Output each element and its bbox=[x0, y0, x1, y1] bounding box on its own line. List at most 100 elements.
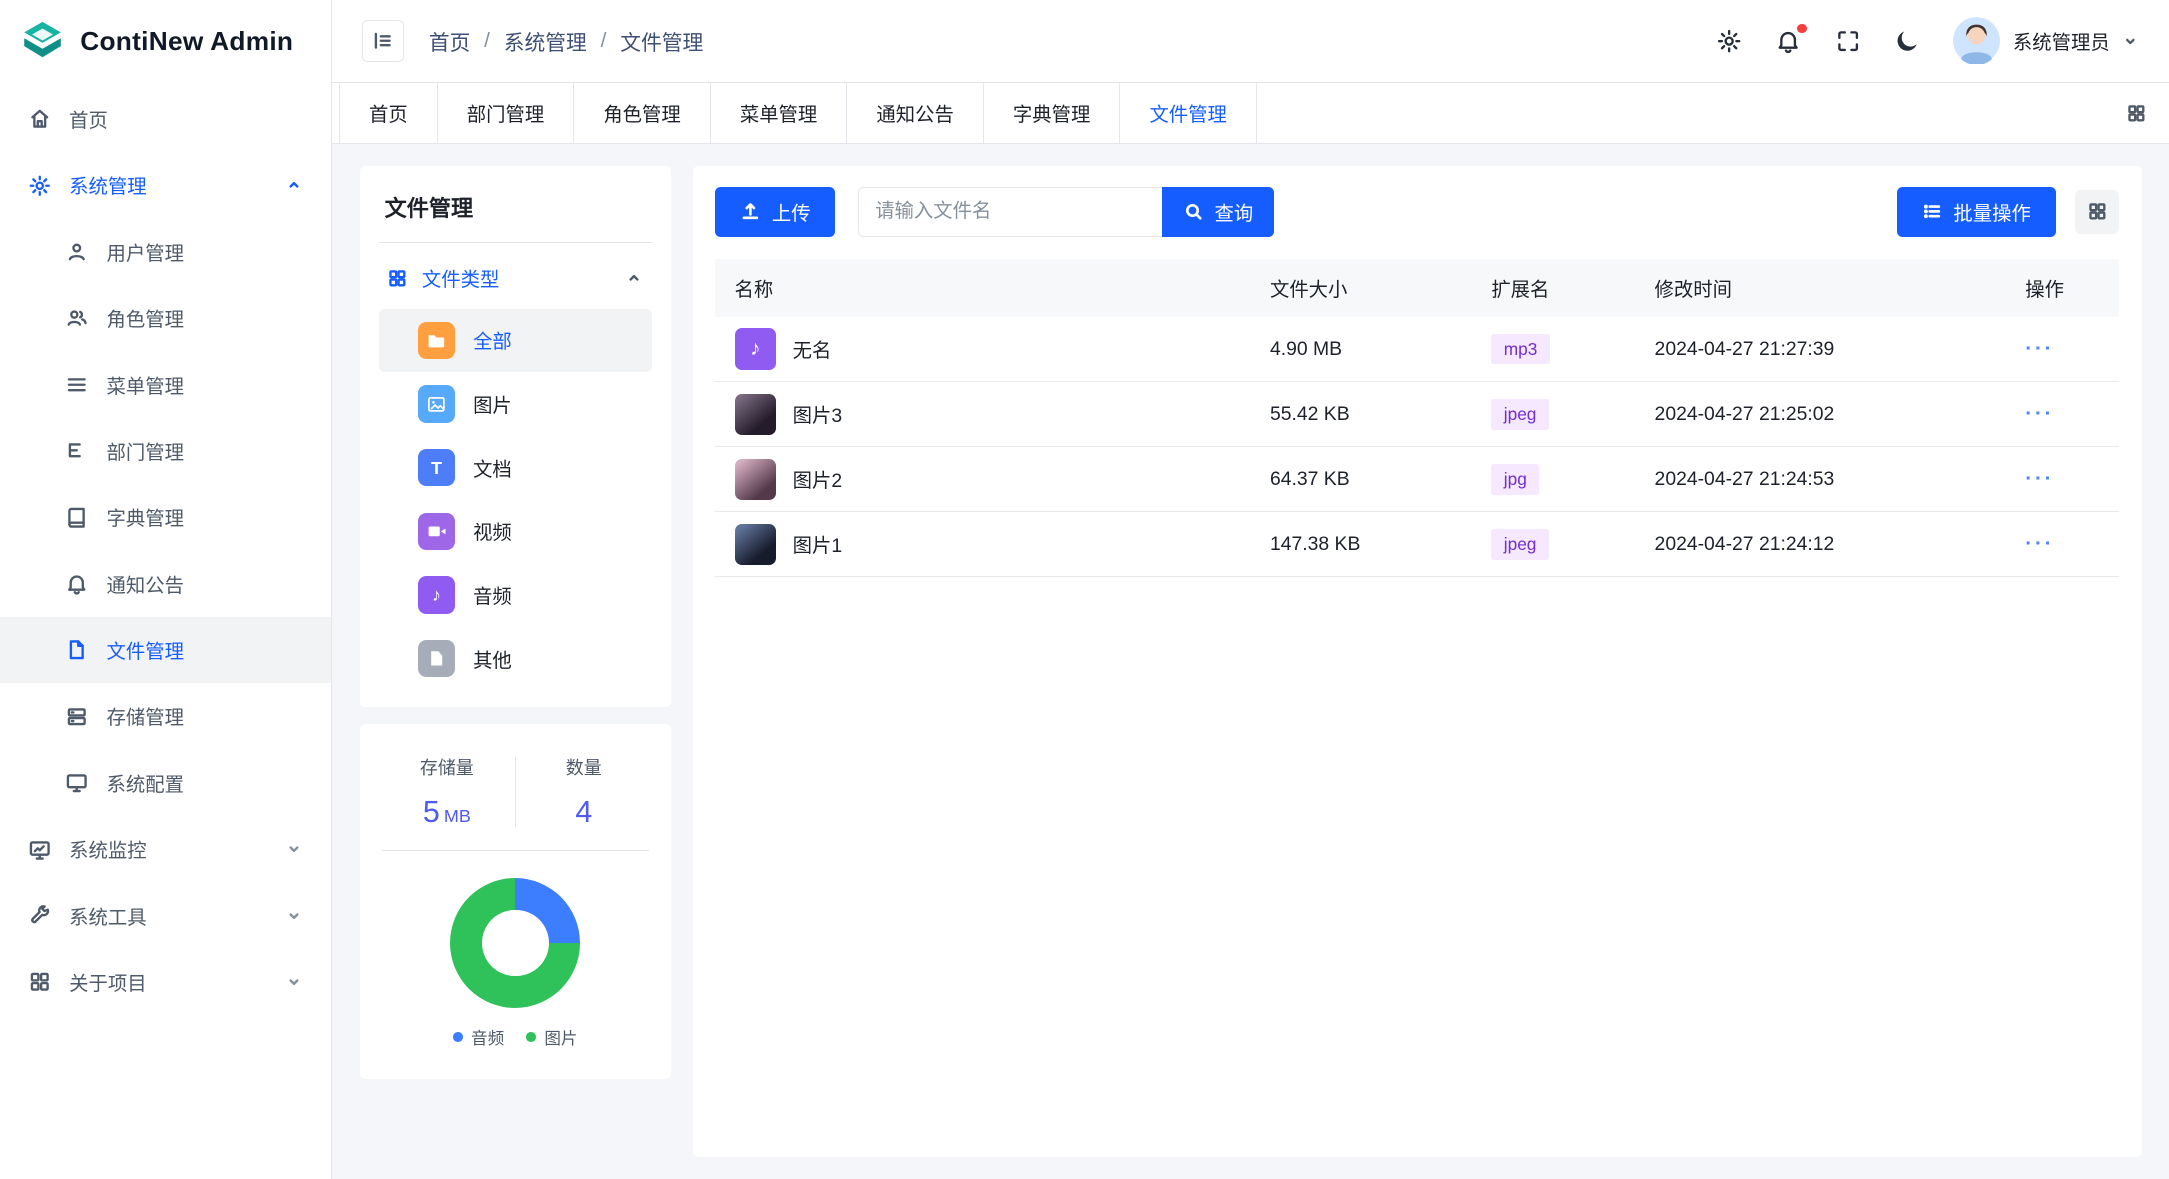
upload-button-label: 上传 bbox=[772, 198, 811, 226]
app-logo-icon bbox=[19, 18, 66, 65]
search-group: 查询 bbox=[858, 187, 1274, 237]
legend-item-image[interactable]: 图片 bbox=[526, 1025, 577, 1049]
sidebar-item-label: 菜单管理 bbox=[107, 371, 184, 399]
tab-role[interactable]: 角色管理 bbox=[574, 83, 711, 143]
row-actions-icon[interactable]: ··· bbox=[2025, 337, 2054, 360]
user-menu[interactable]: 系统管理员 bbox=[1953, 17, 2138, 64]
file-name: 图片1 bbox=[793, 530, 843, 558]
sidebar-collapse-button[interactable] bbox=[362, 20, 404, 62]
notifications-bell-icon[interactable] bbox=[1775, 28, 1801, 54]
grid-icon bbox=[2087, 201, 2108, 222]
tab-dept[interactable]: 部门管理 bbox=[438, 83, 575, 143]
top-header: 首页 / 系统管理 / 文件管理 bbox=[332, 0, 2169, 83]
book-icon bbox=[65, 506, 89, 530]
collapse-menu-icon bbox=[371, 29, 395, 53]
file-type-image[interactable]: 图片 bbox=[379, 372, 652, 436]
tree-icon bbox=[65, 439, 89, 463]
sidebar-item-storage-management[interactable]: 存储管理 bbox=[0, 683, 331, 749]
home-icon bbox=[28, 107, 52, 131]
sidebar-item-user-management[interactable]: 用户管理 bbox=[0, 219, 331, 285]
row-actions-icon[interactable]: ··· bbox=[2025, 532, 2054, 555]
sidebar-item-dict-management[interactable]: 字典管理 bbox=[0, 484, 331, 550]
file-table-wrap: 名称 文件大小 扩展名 修改时间 操作 ♪ 无名 bbox=[693, 256, 2141, 600]
file-type-audio[interactable]: ♪ 音频 bbox=[379, 563, 652, 627]
settings-icon[interactable] bbox=[1716, 28, 1742, 54]
tab-menu[interactable]: 菜单管理 bbox=[711, 83, 848, 143]
sidebar-item-label: 系统监控 bbox=[69, 835, 146, 863]
file-name: 图片2 bbox=[793, 465, 843, 493]
sidebar-item-notice[interactable]: 通知公告 bbox=[0, 551, 331, 617]
logo-row[interactable]: ContiNew Admin bbox=[0, 0, 331, 83]
sidebar-item-about[interactable]: 关于项目 bbox=[0, 949, 331, 1015]
table-row[interactable]: 图片3 55.42 KB jpeg 2024-04-27 21:25:02 ··… bbox=[715, 382, 2119, 447]
file-type-label: 其他 bbox=[473, 645, 512, 673]
batch-actions-button[interactable]: 批量操作 bbox=[1897, 187, 2056, 237]
sidebar-item-system-config[interactable]: 系统配置 bbox=[0, 750, 331, 816]
monitor-chart-icon bbox=[28, 838, 52, 862]
legend-item-audio[interactable]: 音频 bbox=[453, 1025, 504, 1049]
breadcrumb-separator: / bbox=[601, 29, 607, 53]
video-icon bbox=[418, 513, 455, 550]
search-button[interactable]: 查询 bbox=[1162, 187, 1274, 237]
doc-glyph: T bbox=[431, 459, 442, 477]
sidebar-item-dept-management[interactable]: 部门管理 bbox=[0, 418, 331, 484]
table-row[interactable]: 图片2 64.37 KB jpg 2024-04-27 21:24:53 ··· bbox=[715, 447, 2119, 512]
storage-stats-card: 存储量 5MB 数量 4 bbox=[360, 724, 671, 1080]
tab-options-icon[interactable] bbox=[2104, 83, 2169, 143]
row-actions-icon[interactable]: ··· bbox=[2025, 402, 2054, 425]
file-count-value: 4 bbox=[575, 795, 592, 829]
ext-badge: jpeg bbox=[1491, 399, 1549, 430]
table-row[interactable]: ♪ 无名 4.90 MB mp3 2024-04-27 21:27:39 ··· bbox=[715, 317, 2119, 382]
row-actions-icon[interactable]: ··· bbox=[2025, 467, 2054, 490]
col-header-time: 修改时间 bbox=[1635, 259, 2006, 317]
user-name: 系统管理员 bbox=[2013, 27, 2110, 55]
search-input[interactable] bbox=[858, 187, 1162, 237]
tab-home[interactable]: 首页 bbox=[339, 83, 438, 143]
file-icon bbox=[65, 638, 89, 662]
image-file-thumbnail bbox=[735, 524, 777, 566]
file-type-video[interactable]: 视频 bbox=[379, 499, 652, 563]
ext-badge: jpeg bbox=[1491, 529, 1549, 560]
tab-file[interactable]: 文件管理 bbox=[1120, 83, 1257, 143]
main-column: 首页 / 系统管理 / 文件管理 bbox=[332, 0, 2169, 1179]
tab-notice[interactable]: 通知公告 bbox=[847, 83, 984, 143]
file-type-other[interactable]: 其他 bbox=[379, 627, 652, 691]
ext-badge: mp3 bbox=[1491, 334, 1550, 365]
file-table: 名称 文件大小 扩展名 修改时间 操作 ♪ 无名 bbox=[715, 259, 2119, 578]
table-row[interactable]: 图片1 147.38 KB jpeg 2024-04-27 21:24:12 ·… bbox=[715, 512, 2119, 577]
sidebar-item-system-monitor[interactable]: 系统监控 bbox=[0, 816, 331, 882]
sidebar-item-system-management[interactable]: 系统管理 bbox=[0, 152, 331, 218]
file-type-group-label: 文件类型 bbox=[422, 264, 499, 292]
sidebar-item-home[interactable]: 首页 bbox=[0, 86, 331, 152]
bell-icon bbox=[65, 572, 89, 596]
breadcrumb-item[interactable]: 首页 bbox=[429, 26, 471, 56]
file-type-document[interactable]: T 文档 bbox=[379, 436, 652, 500]
header-actions: 系统管理员 bbox=[1716, 17, 2139, 64]
users-icon bbox=[65, 306, 89, 330]
ext-badge: jpg bbox=[1491, 464, 1539, 495]
sidebar-item-label: 用户管理 bbox=[107, 238, 184, 266]
upload-button[interactable]: 上传 bbox=[715, 187, 835, 237]
gear-icon bbox=[28, 174, 52, 198]
sidebar-item-menu-management[interactable]: 菜单管理 bbox=[0, 351, 331, 417]
storage-stats: 存储量 5MB 数量 4 bbox=[379, 754, 652, 850]
sidebar-item-file-management[interactable]: 文件管理 bbox=[0, 617, 331, 683]
file-list-panel: 上传 查询 批量操作 bbox=[693, 166, 2141, 1157]
grid-view-toggle[interactable] bbox=[2075, 190, 2119, 234]
chevron-up-icon bbox=[625, 269, 643, 287]
music-glyph: ♪ bbox=[750, 337, 760, 361]
dark-mode-moon-icon[interactable] bbox=[1894, 28, 1920, 54]
search-button-label: 查询 bbox=[1215, 198, 1254, 226]
storage-capacity-label: 存储量 bbox=[379, 754, 515, 780]
file-type-group[interactable]: 文件类型 bbox=[379, 243, 652, 308]
table-header-row: 名称 文件大小 扩展名 修改时间 操作 bbox=[715, 259, 2119, 317]
sidebar-item-system-tools[interactable]: 系统工具 bbox=[0, 882, 331, 948]
sidebar-item-role-management[interactable]: 角色管理 bbox=[0, 285, 331, 351]
document-icon: T bbox=[418, 449, 455, 486]
breadcrumb-item[interactable]: 系统管理 bbox=[504, 26, 587, 56]
fullscreen-icon[interactable] bbox=[1835, 28, 1861, 54]
file-type-all[interactable]: 全部 bbox=[379, 309, 652, 373]
file-count-label: 数量 bbox=[516, 754, 652, 780]
tab-dict[interactable]: 字典管理 bbox=[984, 83, 1121, 143]
wrench-icon bbox=[28, 904, 52, 928]
